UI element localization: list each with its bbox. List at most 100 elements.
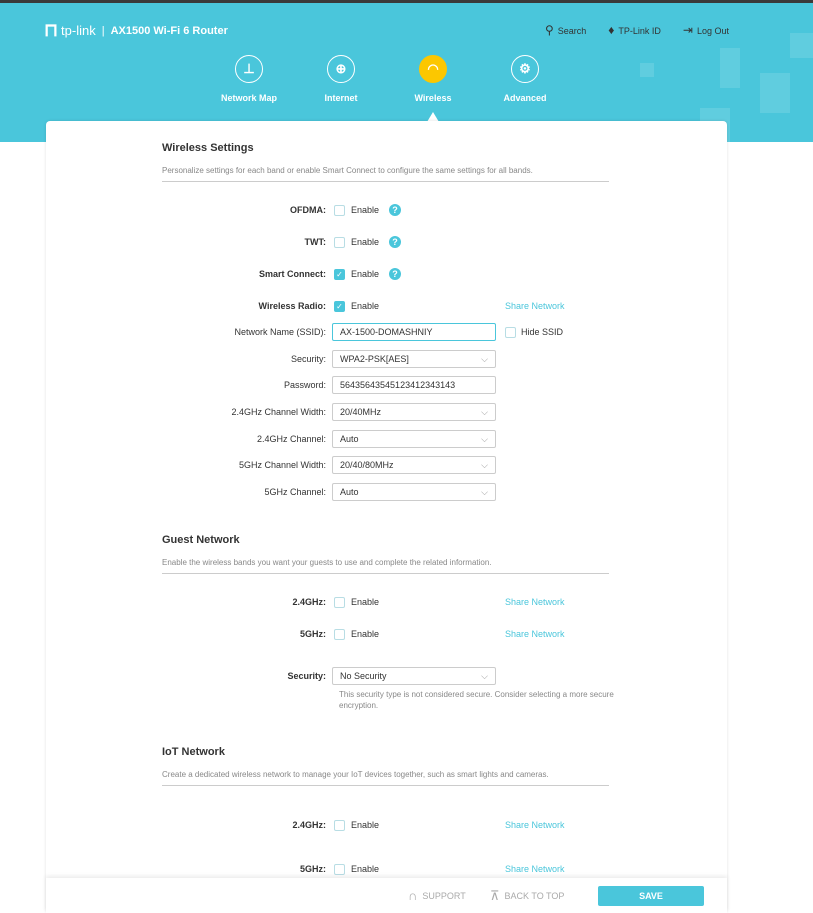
iot-24-enable-label: Enable <box>351 820 380 830</box>
smart-connect-label: Smart Connect: <box>258 269 326 279</box>
select-value: 20/40MHz <box>340 407 382 417</box>
tab-wireless[interactable]: ◠ Wireless <box>388 55 478 103</box>
search-link[interactable]: ⚲ Search <box>545 23 586 37</box>
select-value: No Security <box>340 671 387 681</box>
back-to-top-button[interactable]: ⊼ BACK TO TOP <box>490 888 564 904</box>
chevron-down-icon: ⌵ <box>481 487 488 497</box>
ofdma-label: OFDMA: <box>290 205 326 215</box>
tab-advanced[interactable]: ⚙ Advanced <box>480 55 570 103</box>
chevron-down-icon: ⌵ <box>481 354 488 364</box>
gear-icon: ⚙ <box>511 55 539 83</box>
share-network-link[interactable]: Share Network <box>505 595 565 609</box>
support-button[interactable]: ∩ SUPPORT <box>408 888 466 903</box>
model-name: AX1500 Wi-Fi 6 Router <box>110 24 228 37</box>
password-input[interactable]: 56435643545123412343143 <box>332 376 496 394</box>
iot-5-enable-label: Enable <box>351 864 380 874</box>
twt-label: TWT: <box>304 237 327 247</box>
help-icon[interactable]: ? <box>389 236 401 248</box>
smart-connect-enable-label: Enable <box>351 269 380 279</box>
share-network-link[interactable]: Share Network <box>505 818 565 832</box>
footer-bar: ∩ SUPPORT ⊼ BACK TO TOP SAVE <box>46 878 727 913</box>
channel-width-5-select[interactable]: 20/40/80MHz ⌵ <box>332 456 496 474</box>
security-warning: This security type is not considered sec… <box>339 690 614 710</box>
section-title: Guest Network <box>162 534 240 546</box>
ssid-label: Network Name (SSID): <box>234 327 326 337</box>
twt-checkbox[interactable] <box>334 237 345 248</box>
brand-name: tp-link <box>61 23 96 38</box>
logout-icon: ⇥ <box>682 23 693 37</box>
help-icon[interactable]: ? <box>389 204 401 216</box>
channel-5-label: 5GHz Channel: <box>264 487 326 497</box>
chevron-down-icon: ⌵ <box>481 434 488 444</box>
tab-label: Internet <box>324 93 358 103</box>
password-label: Password: <box>283 380 326 390</box>
wifi-icon: ◠ <box>419 55 447 83</box>
channel-24-label: 2.4GHz Channel: <box>256 434 326 444</box>
smart-connect-checkbox[interactable]: ✓ <box>334 269 345 280</box>
wireless-radio-label: Wireless Radio: <box>258 301 326 311</box>
channel-width-24-select[interactable]: 20/40MHz ⌵ <box>332 403 496 421</box>
guest-5-label: 5GHz: <box>299 629 326 639</box>
tp-link-id-label: TP-Link ID <box>618 26 661 36</box>
content-card <box>46 121 727 913</box>
arrow-up-circle-icon: ⊼ <box>490 888 500 903</box>
select-value: 20/40/80MHz <box>340 460 394 470</box>
tp-link-id-link[interactable]: ♦ TP-Link ID <box>608 23 661 37</box>
headset-icon: ∩ <box>408 888 418 903</box>
search-label: Search <box>557 26 587 36</box>
channel-5-select[interactable]: Auto ⌵ <box>332 483 496 501</box>
iot-24-checkbox[interactable] <box>334 820 345 831</box>
channel-width-24-label: 2.4GHz Channel Width: <box>231 407 326 417</box>
chevron-down-icon: ⌵ <box>481 671 488 681</box>
security-select[interactable]: WPA2-PSK[AES] ⌵ <box>332 350 496 368</box>
guest-5-enable-label: Enable <box>351 629 380 639</box>
tab-label: Network Map <box>220 93 277 103</box>
back-to-top-label: BACK TO TOP <box>504 891 565 901</box>
share-network-link[interactable]: Share Network <box>505 299 565 313</box>
section-title: Wireless Settings <box>162 142 254 154</box>
section-description: Create a dedicated wireless network to m… <box>162 769 609 786</box>
section-description: Enable the wireless bands you want your … <box>162 557 609 574</box>
tp-link-logo-icon: ⊓ <box>44 20 59 40</box>
chevron-down-icon: ⌵ <box>481 407 488 417</box>
security-label: Security: <box>290 354 326 364</box>
guest-24-enable-label: Enable <box>351 597 380 607</box>
help-icon[interactable]: ? <box>389 268 401 280</box>
tab-network-map[interactable]: ⊥ Network Map <box>204 55 294 103</box>
logout-link[interactable]: ⇥ Log Out <box>683 23 729 37</box>
support-label: SUPPORT <box>422 890 466 901</box>
iot-5-label: 5GHz: <box>299 864 326 874</box>
twt-enable-label: Enable <box>351 237 380 247</box>
divider: | <box>101 24 105 37</box>
share-network-link[interactable]: Share Network <box>505 862 565 876</box>
guest-security-select[interactable]: No Security ⌵ <box>332 667 496 685</box>
wireless-radio-enable-label: Enable <box>351 301 380 311</box>
security-value: WPA2-PSK[AES] <box>340 354 409 364</box>
save-button[interactable]: SAVE <box>598 886 704 906</box>
tab-label: Advanced <box>503 93 547 103</box>
ssid-input[interactable]: AX-1500-DOMASHNIY <box>332 323 496 341</box>
channel-24-select[interactable]: Auto ⌵ <box>332 430 496 448</box>
ofdma-enable-label: Enable <box>351 205 380 215</box>
iot-5-checkbox[interactable] <box>334 864 345 875</box>
search-icon: ⚲ <box>544 23 554 37</box>
select-value: Auto <box>340 434 359 444</box>
network-map-icon: ⊥ <box>235 55 263 83</box>
wireless-radio-checkbox[interactable]: ✓ <box>334 301 345 312</box>
hide-ssid-checkbox[interactable] <box>505 327 516 338</box>
globe-icon: ⊕ <box>327 55 355 83</box>
select-value: Auto <box>340 487 359 497</box>
tp-link-logo: ⊓ tp-link | AX1500 Wi-Fi 6 Router <box>44 20 228 41</box>
tab-internet[interactable]: ⊕ Internet <box>296 55 386 103</box>
guest-5-checkbox[interactable] <box>334 629 345 640</box>
share-network-link[interactable]: Share Network <box>505 627 565 641</box>
guest-24-label: 2.4GHz: <box>292 597 326 607</box>
ofdma-checkbox[interactable] <box>334 205 345 216</box>
guest-24-checkbox[interactable] <box>334 597 345 608</box>
logout-label: Log Out <box>696 26 729 36</box>
section-title: IoT Network <box>162 746 225 758</box>
iot-24-label: 2.4GHz: <box>292 820 326 830</box>
chevron-down-icon: ⌵ <box>481 460 488 470</box>
hide-ssid-label: Hide SSID <box>521 327 564 337</box>
guest-security-label: Security: <box>287 671 326 681</box>
